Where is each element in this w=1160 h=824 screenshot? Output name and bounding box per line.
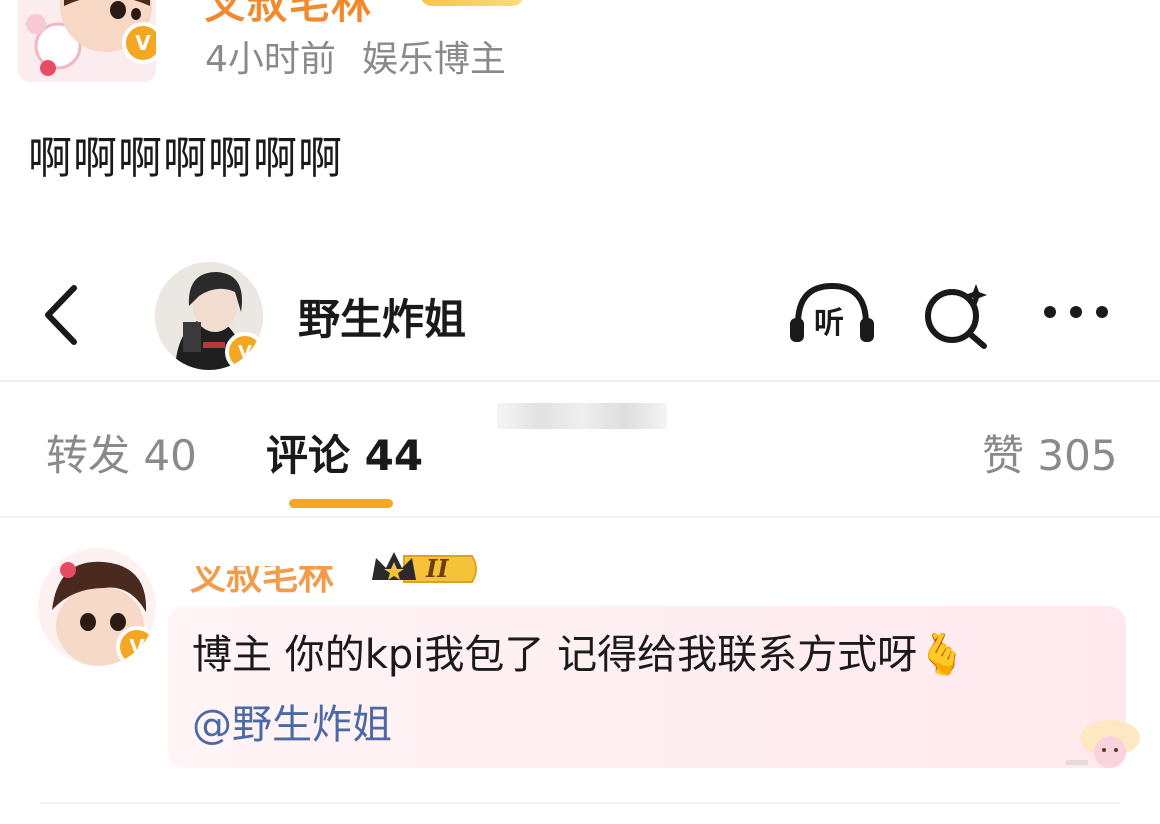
listen-label: 听 — [814, 306, 844, 341]
more-dots-icon — [1044, 306, 1108, 318]
crown-level-badge: II — [368, 550, 482, 588]
verified-v-icon: V — [122, 22, 156, 64]
back-arrow-icon — [45, 285, 77, 345]
obscured-region — [497, 403, 667, 429]
post-author-avatar[interactable]: V — [18, 0, 156, 82]
post-author-name[interactable]: 叉叔毛林 — [205, 0, 373, 30]
active-tab-indicator — [289, 499, 393, 508]
tab-likes[interactable]: 赞 305 — [982, 422, 1118, 483]
comment-text: 博主 你的kpi我包了 记得给我联系方式呀🫰 — [192, 632, 967, 678]
author-role: 娱乐博主 — [361, 39, 506, 80]
back-button[interactable] — [36, 282, 88, 348]
decorative-sticker — [1066, 712, 1150, 774]
post-content: 啊啊啊啊啊啊啊 — [28, 133, 343, 184]
page-title: 野生炸姐 — [298, 295, 467, 344]
verified-v-icon: V — [225, 332, 263, 370]
tab-repost[interactable]: 转发 40 — [46, 422, 197, 483]
search-sparkle-icon — [925, 284, 987, 349]
blogger-avatar[interactable]: V — [155, 262, 263, 370]
level-label: II — [426, 554, 449, 583]
level-badge — [420, 0, 524, 6]
divider — [40, 802, 1120, 804]
mention-link[interactable]: @野生炸姐 — [192, 692, 392, 750]
search-button[interactable] — [920, 280, 992, 352]
crown-level-icon — [372, 552, 477, 583]
verified-v-icon: V — [116, 626, 156, 666]
commenter-avatar[interactable]: V — [38, 548, 156, 666]
commenter-name[interactable]: 叉叔毛林 — [190, 566, 334, 600]
listen-button[interactable]: 听 — [788, 278, 876, 348]
divider — [0, 516, 1160, 518]
sticker-illustration — [1066, 720, 1140, 768]
post-meta: 4小时前 娱乐博主 — [205, 30, 532, 82]
more-button[interactable] — [1040, 296, 1112, 328]
divider — [0, 380, 1160, 382]
post-time: 4小时前 — [205, 39, 336, 80]
tab-comments[interactable]: 评论 44 — [266, 422, 423, 483]
